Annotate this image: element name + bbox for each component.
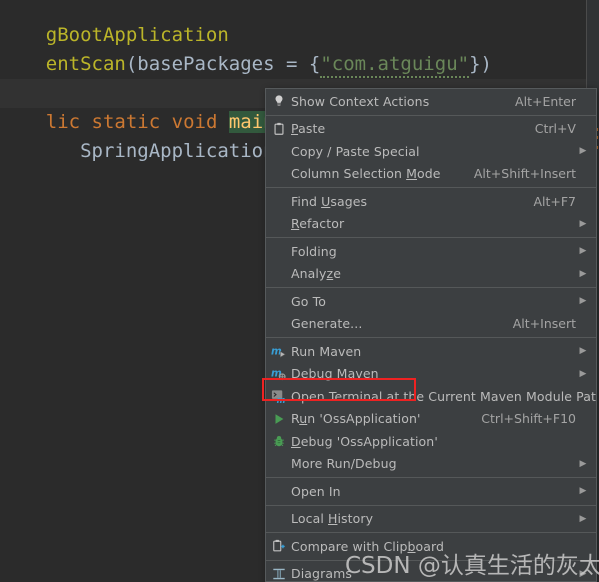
- svg-text:m: m: [271, 368, 282, 380]
- submenu-arrow-icon: ▶: [579, 368, 587, 379]
- submenu-arrow-icon: ▶: [579, 146, 587, 157]
- debug-bug-icon: [266, 430, 291, 452]
- menu-separator: [266, 504, 596, 506]
- springapplication-call: SpringApplication.: [80, 140, 286, 162]
- menu-item-label: Column Selection Mode: [291, 166, 441, 182]
- no-icon: [266, 163, 291, 185]
- menu-item-go-to[interactable]: Go To ▶: [266, 290, 596, 313]
- submenu-arrow-icon: ▶: [579, 346, 587, 357]
- menu-item-analyze[interactable]: Analyze ▶: [266, 263, 596, 286]
- menu-item-label: Run 'OssApplication': [291, 411, 421, 427]
- menu-item-run-maven[interactable]: m Run Maven ▶: [266, 340, 596, 363]
- no-icon: [266, 508, 291, 530]
- compare-clipboard-icon: [266, 535, 291, 557]
- menu-item-shortcut: Alt+F7: [533, 193, 576, 209]
- menu-item-find-usages[interactable]: Find Usages Alt+F7: [266, 190, 596, 213]
- menu-separator: [266, 337, 596, 338]
- menu-item-label: Find Usages: [291, 193, 368, 209]
- menu-separator: [266, 237, 596, 238]
- submenu-arrow-icon: ▶: [579, 246, 587, 257]
- code-line-1: gBootApplication: [0, 0, 599, 46]
- code-line-2: entScan(basePackages = {"com.atguigu"}): [0, 21, 599, 78]
- submenu-arrow-icon: ▶: [579, 296, 587, 307]
- menu-item-open-in[interactable]: Open In ▶: [266, 480, 596, 503]
- menu-item-label: Copy / Paste Special: [291, 143, 420, 159]
- svg-text:m: m: [277, 395, 286, 404]
- maven-debug-icon: m: [266, 363, 291, 385]
- editor-context-menu[interactable]: Show Context Actions Alt+Enter Paste Ctrl+V…: [265, 88, 597, 582]
- run-green-triangle-icon: [266, 408, 291, 430]
- code-line-3: class OssApplication {: [0, 50, 599, 104]
- menu-item-label: Analyze: [291, 266, 341, 282]
- submenu-arrow-icon: ▶: [579, 268, 587, 279]
- menu-item-shortcut: Ctrl+Shift+F10: [481, 411, 576, 427]
- diagram-icon: [266, 563, 291, 581]
- menu-item-column-selection-mode[interactable]: Column Selection Mode Alt+Shift+Insert: [266, 163, 596, 186]
- clipboard-paste-icon: [266, 118, 291, 140]
- menu-item-more-run-debug[interactable]: More Run/Debug ▶: [266, 453, 596, 476]
- menu-item-label: Open Terminal at the Current Maven Modul…: [291, 388, 597, 404]
- no-icon: [266, 290, 291, 312]
- no-icon: [266, 263, 291, 285]
- no-icon: [266, 240, 291, 262]
- menu-item-open-terminal-at-the-current-maven-module-path[interactable]: m Open Terminal at the Current Maven Modu…: [266, 385, 596, 408]
- menu-item-folding[interactable]: Folding ▶: [266, 240, 596, 263]
- no-icon: [266, 313, 291, 335]
- no-icon: [266, 453, 291, 475]
- menu-item-copy-paste-special[interactable]: Copy / Paste Special ▶: [266, 140, 596, 163]
- menu-item-run-ossapplication[interactable]: Run 'OssApplication' Ctrl+Shift+F10: [266, 408, 596, 431]
- menu-item-generate[interactable]: Generate... Alt+Insert: [266, 313, 596, 336]
- menu-item-local-history[interactable]: Local History ▶: [266, 508, 596, 531]
- menu-item-label: Folding: [291, 243, 337, 259]
- menu-separator: [266, 477, 596, 478]
- submenu-arrow-icon: ▶: [579, 458, 587, 469]
- maven-run-icon: m: [266, 340, 291, 362]
- menu-item-label: Debug 'OssApplication': [291, 433, 438, 449]
- menu-item-label: Debug Maven: [291, 366, 379, 382]
- menu-separator: [266, 287, 596, 288]
- menu-item-label: Go To: [291, 293, 326, 309]
- menu-item-label: Refactor: [291, 216, 345, 232]
- menu-item-label: More Run/Debug: [291, 456, 397, 472]
- menu-item-debug-ossapplication[interactable]: Debug 'OssApplication': [266, 430, 596, 453]
- submenu-arrow-icon: ▶: [579, 513, 587, 524]
- menu-item-shortcut: Alt+Enter: [515, 93, 576, 109]
- menu-item-paste[interactable]: Paste Ctrl+V: [266, 118, 596, 141]
- menu-separator: [266, 532, 596, 533]
- no-icon: [266, 190, 291, 212]
- menu-item-refactor[interactable]: Refactor ▶: [266, 213, 596, 236]
- menu-item-shortcut: Alt+Shift+Insert: [473, 166, 576, 182]
- menu-separator: [266, 114, 596, 116]
- menu-item-label: Open In: [291, 483, 341, 499]
- no-icon: [266, 140, 291, 162]
- menu-item-show-context-actions[interactable]: Show Context Actions Alt+Enter: [266, 90, 596, 113]
- menu-item-label: Run Maven: [291, 343, 362, 359]
- menu-item-label: Local History: [291, 511, 374, 527]
- lightbulb-icon: [266, 90, 291, 112]
- menu-item-shortcut: Ctrl+V: [534, 121, 576, 137]
- menu-item-shortcut: Alt+Insert: [512, 316, 576, 332]
- menu-item-label: Paste: [291, 121, 326, 137]
- csdn-watermark: CSDN @认真生活的灰太狼: [345, 553, 599, 579]
- submenu-arrow-icon: ▶: [579, 486, 587, 497]
- terminal-maven-icon: m: [266, 385, 291, 407]
- no-icon: [266, 480, 291, 502]
- no-icon: [266, 213, 291, 235]
- submenu-arrow-icon: ▶: [579, 218, 587, 229]
- menu-item-label: Show Context Actions: [291, 93, 430, 109]
- menu-separator: [266, 187, 596, 188]
- menu-item-label: Generate...: [291, 316, 363, 332]
- menu-item-debug-maven[interactable]: m Debug Maven ▶: [266, 363, 596, 386]
